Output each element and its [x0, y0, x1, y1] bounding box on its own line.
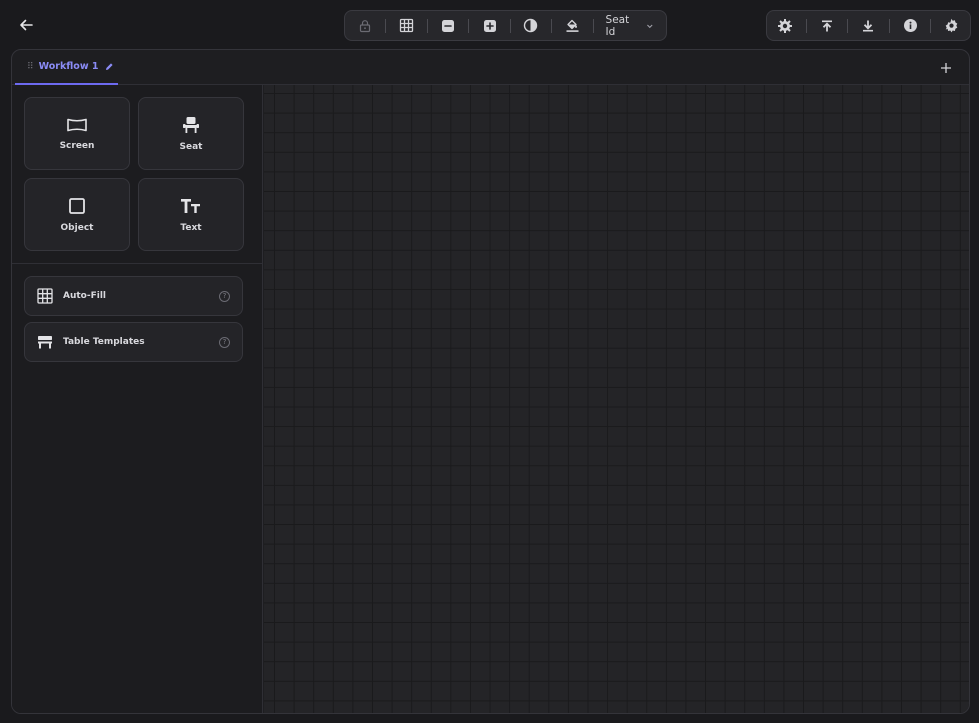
tool-object[interactable]: Object [24, 178, 130, 251]
grid-canvas[interactable] [264, 85, 969, 713]
info-icon [903, 19, 917, 32]
cog-icon [778, 18, 793, 33]
table-templates-button[interactable]: Table Templates ? [24, 322, 243, 362]
table-icon [38, 336, 52, 349]
paint-bucket-icon [566, 19, 579, 32]
sidebar-divider [12, 263, 263, 264]
contrast-button[interactable] [515, 14, 547, 38]
lock-icon [360, 19, 371, 32]
tool-label: Object [60, 222, 94, 233]
tool-label: Screen [59, 140, 95, 151]
toolbar-divider [551, 18, 553, 33]
editor-toolbar: Seat Id [344, 10, 667, 41]
screen-icon [67, 118, 87, 131]
tool-label: Seat [179, 141, 203, 152]
toolbar-divider [592, 18, 594, 33]
help-icon[interactable]: ? [219, 336, 230, 348]
drag-handle-icon[interactable]: ⠿ [27, 62, 34, 72]
chevron-down-icon [647, 24, 653, 28]
zoom-in-button[interactable] [473, 14, 505, 38]
tab-workflow-1[interactable]: ⠿ Workflow 1 [15, 50, 118, 85]
upload-button[interactable] [811, 14, 844, 38]
toolbar-divider [847, 18, 849, 33]
minus-square-icon [442, 19, 455, 32]
seat-label-select[interactable]: Seat Id [598, 14, 662, 38]
auto-fill-button[interactable]: Auto-Fill ? [24, 276, 243, 316]
tool-screen[interactable]: Screen [24, 97, 130, 170]
action-label: Table Templates [63, 337, 145, 347]
tool-seat[interactable]: Seat [138, 97, 244, 170]
text-size-icon [181, 198, 200, 213]
arrow-left-icon [20, 19, 33, 31]
help-icon[interactable]: ? [219, 290, 230, 302]
toolbar-divider [385, 18, 387, 33]
upload-icon [821, 20, 832, 31]
gear-icon [945, 18, 958, 33]
toolbar-divider [509, 18, 511, 33]
action-label: Auto-Fill [63, 291, 106, 301]
editor-panel: ⠿ Workflow 1 Screen Seat Object Text Aut… [11, 49, 970, 714]
toolbar-divider [805, 18, 807, 33]
plus-icon [941, 63, 951, 73]
tab-label: Workflow 1 [38, 61, 99, 72]
square-icon [69, 197, 85, 214]
lock-button[interactable] [349, 14, 381, 38]
grid-icon [400, 18, 414, 33]
grid-icon [37, 288, 53, 304]
toolbar-divider [426, 18, 428, 33]
pencil-icon[interactable] [105, 62, 114, 71]
add-tab-button[interactable] [935, 57, 957, 79]
fill-color-button[interactable] [556, 14, 588, 38]
toolbar-divider [930, 18, 932, 33]
file-toolbar [766, 10, 971, 41]
tool-text[interactable]: Text [138, 178, 244, 251]
tool-label: Text [180, 222, 202, 233]
contrast-icon [524, 18, 538, 33]
grid-toggle-button[interactable] [390, 14, 422, 38]
back-button[interactable] [12, 12, 40, 38]
tools-sidebar: Screen Seat Object Text Auto-Fill ? Tabl… [12, 85, 263, 713]
top-bar: Seat Id [0, 0, 979, 48]
settings-wheel-button[interactable] [769, 14, 802, 38]
toolbar-divider [888, 18, 890, 33]
download-button[interactable] [852, 14, 885, 38]
download-icon [863, 20, 874, 31]
seat-icon [183, 116, 199, 133]
settings-button[interactable] [935, 14, 968, 38]
seat-select-label: Seat Id [605, 13, 630, 38]
toolbar-divider [468, 18, 470, 33]
plus-square-icon [483, 19, 496, 32]
zoom-out-button[interactable] [432, 14, 464, 38]
tab-bar: ⠿ Workflow 1 [12, 50, 969, 85]
info-button[interactable] [894, 14, 927, 38]
